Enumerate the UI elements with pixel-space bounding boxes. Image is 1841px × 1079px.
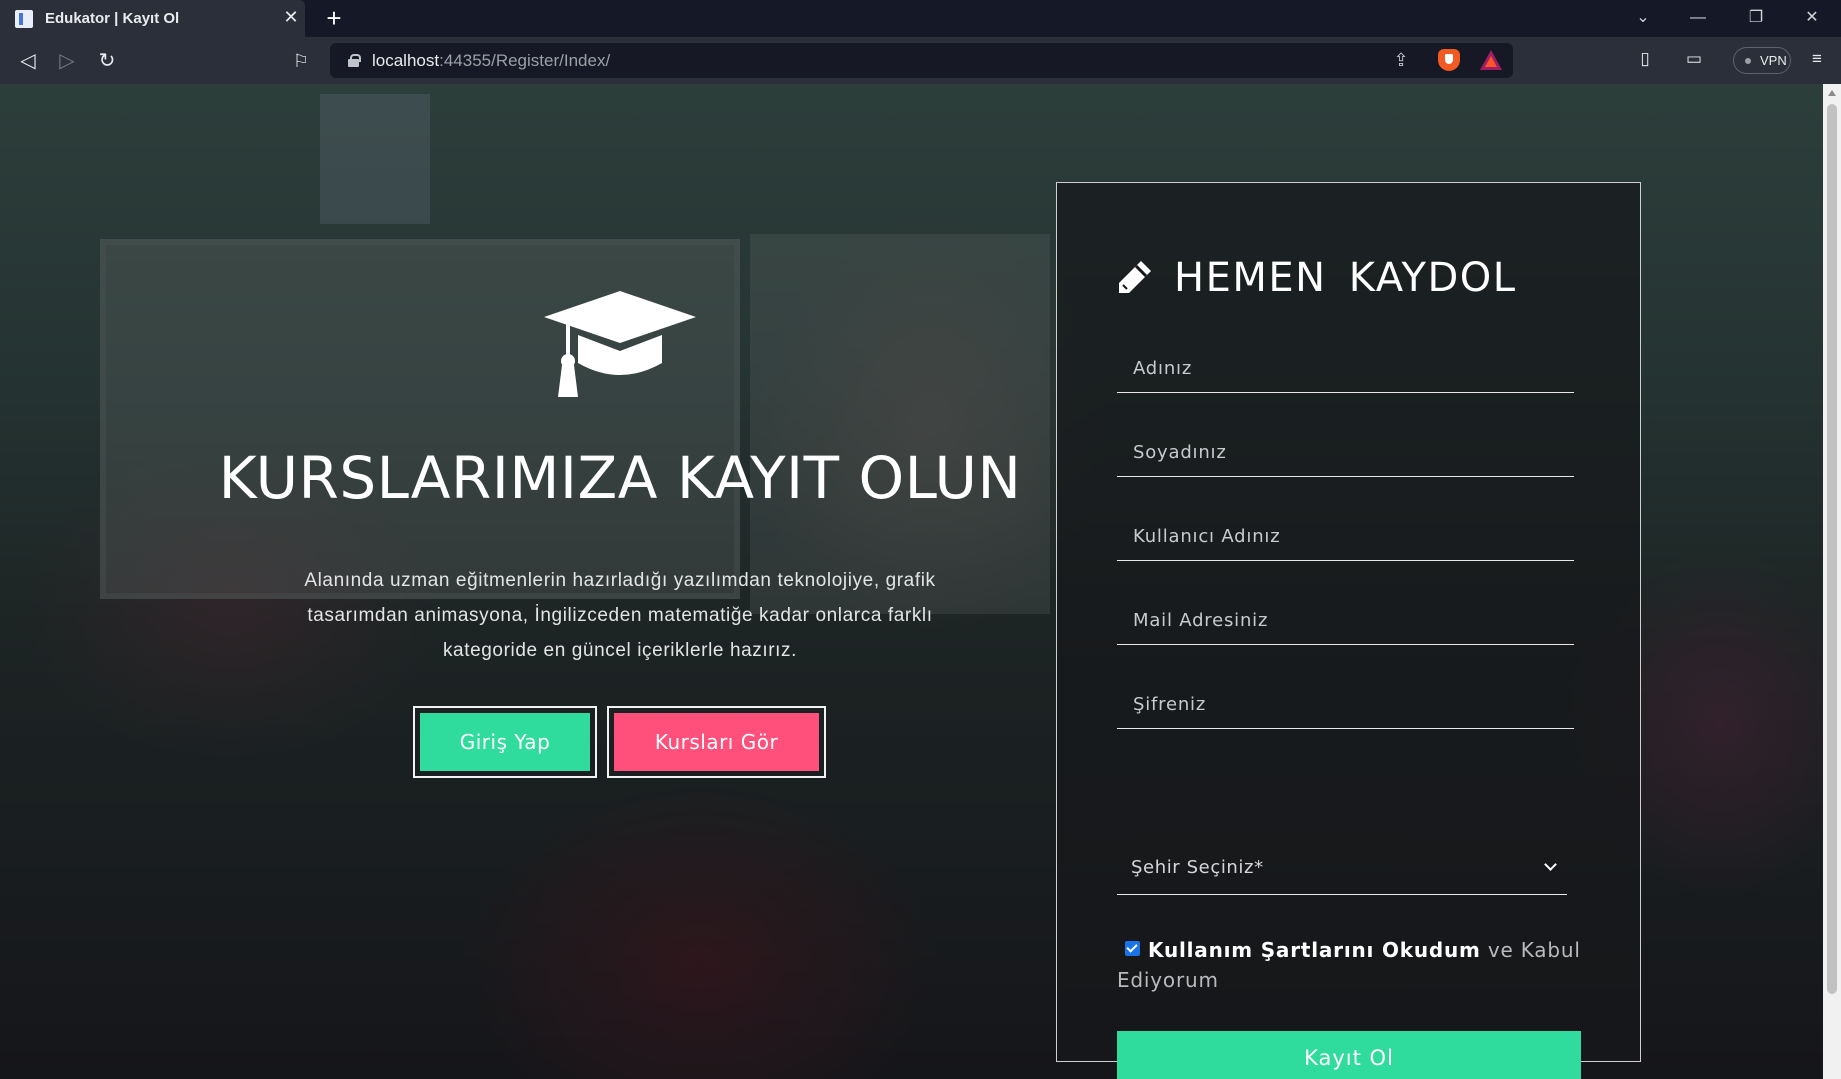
view-courses-button-label[interactable]: Kursları Gör [614, 713, 819, 771]
restore-button[interactable]: ❐ [1741, 6, 1771, 30]
username-input[interactable] [1117, 513, 1574, 560]
tab-title: Edukator | Kayıt Ol [45, 10, 180, 27]
email-field[interactable] [1117, 597, 1574, 645]
back-icon[interactable]: ◁ [14, 47, 42, 75]
username-field[interactable] [1117, 513, 1574, 561]
reload-icon[interactable]: ↻ [93, 47, 121, 75]
forward-icon[interactable]: ▷ [53, 47, 81, 75]
register-title: HEMEN KAYDOL [1174, 255, 1517, 301]
share-icon[interactable]: ⇪ [1390, 49, 1412, 71]
close-window-button[interactable]: ✕ [1797, 6, 1827, 30]
new-tab-button[interactable]: + [320, 4, 348, 32]
close-tab-icon[interactable]: ✕ [280, 6, 302, 28]
browser-tab[interactable]: Edukator | Kayıt Ol ✕ [0, 0, 305, 37]
minimize-button[interactable]: — [1683, 6, 1713, 30]
terms-checkbox[interactable] [1125, 941, 1140, 956]
first-name-input[interactable] [1117, 345, 1574, 392]
city-select[interactable]: Şehir Seçiniz* [1117, 843, 1567, 895]
hero-description: Alanında uzman eğitmenlerin hazırladığı … [304, 570, 936, 661]
first-name-field[interactable] [1117, 345, 1574, 393]
last-name-field[interactable] [1117, 429, 1574, 477]
scrollbar-thumb[interactable] [1827, 104, 1837, 994]
bookmark-icon[interactable]: ⚐ [287, 47, 315, 75]
password-input[interactable] [1117, 681, 1574, 728]
favicon-icon [15, 10, 33, 28]
page-viewport: KURSLARIMIZA KAYIT OLUN Alanında uzman e… [0, 84, 1823, 1079]
sidebar-icon[interactable]: ▯ [1632, 46, 1658, 72]
brave-rewards-icon[interactable] [1480, 50, 1502, 70]
terms-link[interactable]: Kullanım Şartlarını Okudum [1148, 938, 1481, 962]
city-select-value: Şehir Seçiniz* [1131, 857, 1264, 878]
hero-title: KURSLARIMIZA KAYIT OLUN [218, 444, 1022, 512]
terms-agreement: Kullanım Şartlarını Okudum ve Kabul Ediy… [1117, 935, 1587, 995]
address-bar[interactable]: localhost:44355/Register/Index/ ⇪ [330, 43, 1513, 78]
scroll-up-icon[interactable] [1828, 90, 1836, 96]
menu-icon[interactable]: ≡ [1804, 46, 1830, 72]
login-button-label[interactable]: Giriş Yap [420, 713, 590, 771]
register-card: HEMEN KAYDOL Şehir Seçiniz* Kullanım Şar… [1056, 182, 1641, 1079]
chevron-down-icon[interactable] [1544, 858, 1557, 871]
graduation-cap-icon [544, 291, 696, 397]
view-courses-button[interactable]: Kursları Gör [607, 706, 826, 778]
page-scrollbar[interactable] [1823, 84, 1841, 1079]
register-submit-button[interactable]: Kayıt Ol [1117, 1031, 1581, 1079]
email-input[interactable] [1117, 597, 1574, 644]
wallet-icon[interactable]: ▭ [1681, 46, 1707, 72]
vpn-button[interactable]: VPN [1733, 47, 1791, 74]
tab-search-chevron-icon[interactable]: ⌄ [1628, 6, 1658, 30]
brave-shields-icon[interactable] [1438, 49, 1460, 71]
tab-strip: Edukator | Kayıt Ol ✕ + ⌄ — ❐ ✕ [0, 0, 1841, 37]
login-button[interactable]: Giriş Yap [413, 706, 597, 778]
pencil-icon [1119, 261, 1151, 293]
password-field[interactable] [1117, 681, 1574, 729]
url-text[interactable]: localhost:44355/Register/Index/ [372, 51, 610, 71]
last-name-input[interactable] [1117, 429, 1574, 476]
browser-toolbar: ◁ ▷ ↻ ⚐ localhost:44355/Register/Index/ … [0, 37, 1841, 84]
lock-icon[interactable] [348, 54, 361, 67]
